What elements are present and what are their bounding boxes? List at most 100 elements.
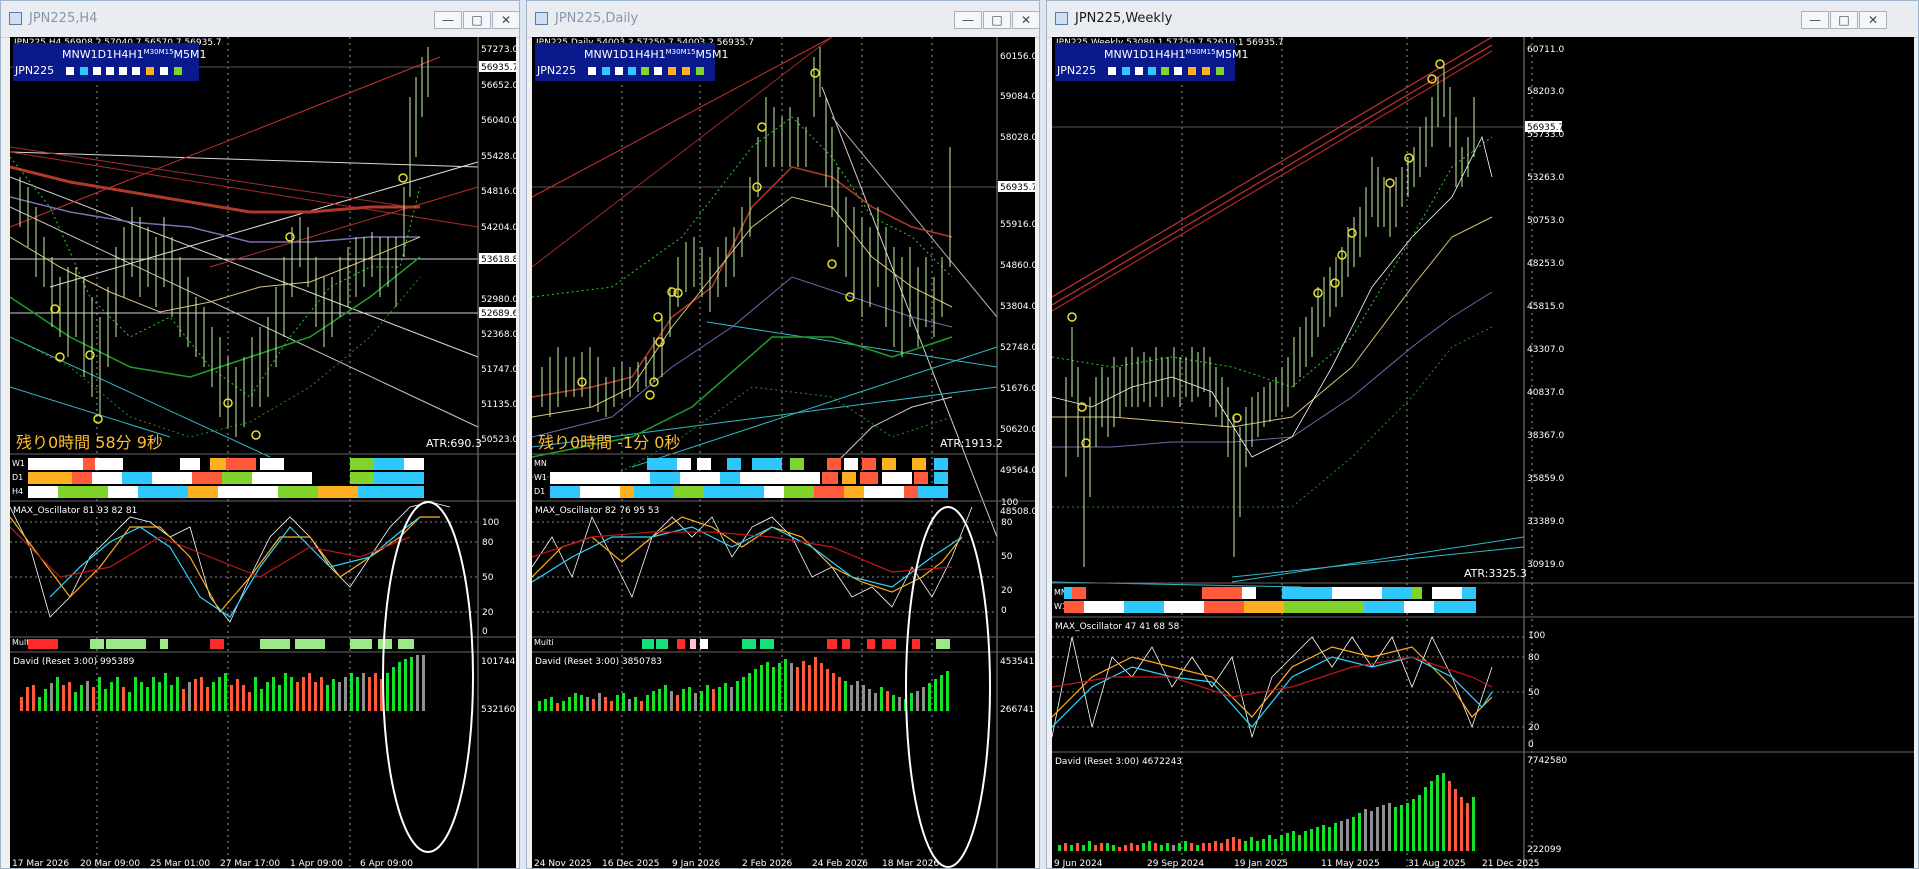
svg-text:W1: W1 xyxy=(12,459,25,468)
maximize-button[interactable]: □ xyxy=(1830,11,1858,29)
trend-row-cells xyxy=(1064,587,1476,613)
svg-text:100: 100 xyxy=(482,518,499,528)
chart-window-weekly[interactable]: JPN225,Weekly — □ ✕ 56935.7 MNW1D1H4H1M3… xyxy=(1046,0,1919,869)
svg-text:20: 20 xyxy=(482,608,494,618)
price-axis: 57273.0 56652.0 56040.0 55428.0 54816.0 542… xyxy=(481,45,516,445)
volume-title: David (Reset 3:00) 4672243 xyxy=(1055,757,1182,767)
chart-window-icon xyxy=(9,12,22,25)
svg-text:20 Mar 09:00: 20 Mar 09:00 xyxy=(80,859,140,868)
trend-row-labels: MN W1 D1 xyxy=(534,459,547,496)
volume-max: 7742580 xyxy=(1527,756,1567,766)
chart-area[interactable]: JPN225,Weekly 53080.1 57250.7 52610.1 56… xyxy=(1052,37,1914,868)
trend-row-labels: W1 D1 H4 xyxy=(12,459,25,496)
svg-text:17 Mar 2026: 17 Mar 2026 xyxy=(12,859,69,868)
oscillator-axis: 100 80 50 20 0 xyxy=(482,518,499,637)
chart-window-daily[interactable]: JPN225,Daily — □ ✕ 56935.7 MNW1D1H4H1M30… xyxy=(526,0,1040,869)
svg-text:MN: MN xyxy=(534,459,547,468)
tf-label-row: MNW1D1H4H1M30M15M5M1 xyxy=(62,48,207,61)
price-axis: 60156.0 59084.0 58028.0 55916.0 54860.0 538… xyxy=(1000,52,1035,517)
volume-title: David (Reset 3:00) 3850783 xyxy=(535,657,662,667)
svg-text:80: 80 xyxy=(1001,518,1013,528)
tf-label-row: MNW1D1H4H1M30M15M5M1 xyxy=(1104,48,1249,61)
svg-text:0: 0 xyxy=(482,627,488,637)
svg-text:25 Mar 01:00: 25 Mar 01:00 xyxy=(150,859,210,868)
svg-text:50: 50 xyxy=(1528,688,1540,698)
chart-window-h4[interactable]: JPN225,H4 — □ ✕ 56935.7 MNW1D1H4H1M30M15… xyxy=(0,0,520,869)
svg-text:52748.0: 52748.0 xyxy=(1000,343,1035,353)
svg-text:31 Aug 2025: 31 Aug 2025 xyxy=(1408,859,1466,868)
close-button[interactable]: ✕ xyxy=(492,11,520,29)
svg-text:49564.0: 49564.0 xyxy=(1000,466,1035,476)
svg-text:60156.0: 60156.0 xyxy=(1000,52,1035,62)
tf-status-squares xyxy=(66,67,182,75)
multi-row-cells xyxy=(28,639,414,649)
line-price-value: 52689.6 xyxy=(481,309,516,319)
svg-text:38367.0: 38367.0 xyxy=(1527,431,1564,441)
svg-text:16 Dec 2025: 16 Dec 2025 xyxy=(602,859,660,868)
highlight-ellipse xyxy=(382,501,474,853)
svg-text:55916.0: 55916.0 xyxy=(1000,220,1035,230)
svg-text:51676.0: 51676.0 xyxy=(1000,384,1035,394)
window-title: JPN225,H4 xyxy=(29,11,98,26)
chart-canvas[interactable]: JPN225,Weekly 53080.1 57250.7 52610.1 56… xyxy=(1052,37,1914,868)
chart-area[interactable]: JPN225,Daily 54003.2 57250.7 54003.2 569… xyxy=(532,37,1035,868)
svg-text:53804.0: 53804.0 xyxy=(1000,302,1035,312)
price-candles xyxy=(19,47,429,437)
volume-min: 532160 xyxy=(481,705,516,715)
svg-text:40837.0: 40837.0 xyxy=(1527,388,1564,398)
chart-canvas[interactable]: JPN225,Daily 54003.2 57250.7 54003.2 569… xyxy=(532,37,1035,868)
svg-text:59084.0: 59084.0 xyxy=(1000,92,1035,102)
svg-text:D1: D1 xyxy=(12,473,23,482)
current-price-value: 56935.7 xyxy=(1000,183,1035,193)
chart-canvas[interactable]: JPN225,H4 56908.2 57040.7 56570.7 56935.… xyxy=(10,37,516,868)
close-button[interactable]: ✕ xyxy=(1012,11,1040,29)
candle-timer: 残り0時間 -1分 0秒 xyxy=(538,433,681,452)
time-axis: 17 Mar 2026 20 Mar 09:00 25 Mar 01:00 27 M… xyxy=(12,859,413,868)
svg-text:30919.0: 30919.0 xyxy=(1527,560,1564,570)
svg-text:9 Jan 2026: 9 Jan 2026 xyxy=(672,859,720,868)
svg-text:50620.0: 50620.0 xyxy=(1000,425,1035,435)
svg-text:33389.0: 33389.0 xyxy=(1527,517,1564,527)
minimize-button[interactable]: — xyxy=(1801,11,1829,29)
minimize-button[interactable]: — xyxy=(434,11,462,29)
window-titlebar[interactable]: JPN225,Weekly — □ ✕ xyxy=(1047,1,1918,38)
volume-min: 2667419 xyxy=(1000,705,1035,715)
maximize-button[interactable]: □ xyxy=(983,11,1011,29)
svg-text:48508.0: 48508.0 xyxy=(1000,507,1035,517)
volume-max: 1017448 xyxy=(481,657,516,667)
svg-text:18 Mar 2026: 18 Mar 2026 xyxy=(882,859,939,868)
svg-text:58028.0: 58028.0 xyxy=(1000,133,1035,143)
signal-markers xyxy=(1067,59,1445,448)
candle-timer: 残り0時間 58分 9秒 xyxy=(16,433,163,452)
minimize-button[interactable]: — xyxy=(954,11,982,29)
multi-label: Multi xyxy=(534,638,554,647)
svg-text:50: 50 xyxy=(482,573,494,583)
svg-text:19 Jan 2025: 19 Jan 2025 xyxy=(1234,859,1288,868)
signal-markers xyxy=(577,68,855,400)
chart-area[interactable]: JPN225,H4 56908.2 57040.7 56570.7 56935.… xyxy=(10,37,516,868)
close-button[interactable]: ✕ xyxy=(1859,11,1887,29)
svg-text:D1: D1 xyxy=(534,487,545,496)
oscillator-title: MAX_Oscillator 81 93 82 81 xyxy=(13,506,137,516)
oscillator-title: MAX_Oscillator 47 41 68 58 xyxy=(1055,622,1180,632)
svg-text:H4: H4 xyxy=(12,487,23,496)
svg-text:43307.0: 43307.0 xyxy=(1527,345,1564,355)
chart-window-icon xyxy=(535,12,548,25)
svg-text:W1: W1 xyxy=(534,473,547,482)
svg-text:54816.0: 54816.0 xyxy=(481,187,516,197)
svg-text:50753.0: 50753.0 xyxy=(1527,216,1564,226)
maximize-button[interactable]: □ xyxy=(463,11,491,29)
svg-text:0: 0 xyxy=(1528,740,1534,750)
symbol-label: JPN225 xyxy=(536,64,576,77)
svg-text:53263.0: 53263.0 xyxy=(1527,173,1564,183)
svg-text:1 Apr 09:00: 1 Apr 09:00 xyxy=(290,859,343,868)
svg-text:57273.0: 57273.0 xyxy=(481,45,516,55)
svg-text:100: 100 xyxy=(1528,631,1545,641)
window-titlebar[interactable]: JPN225,H4 — □ ✕ xyxy=(1,1,520,38)
tf-status-squares xyxy=(588,67,704,75)
window-titlebar[interactable]: JPN225,Daily — □ ✕ xyxy=(527,1,1040,38)
oscillator-lines xyxy=(10,501,451,623)
svg-text:27 Mar 17:00: 27 Mar 17:00 xyxy=(220,859,280,868)
svg-text:56040.0: 56040.0 xyxy=(481,116,516,126)
current-price-value: 56935.7 xyxy=(481,63,516,73)
